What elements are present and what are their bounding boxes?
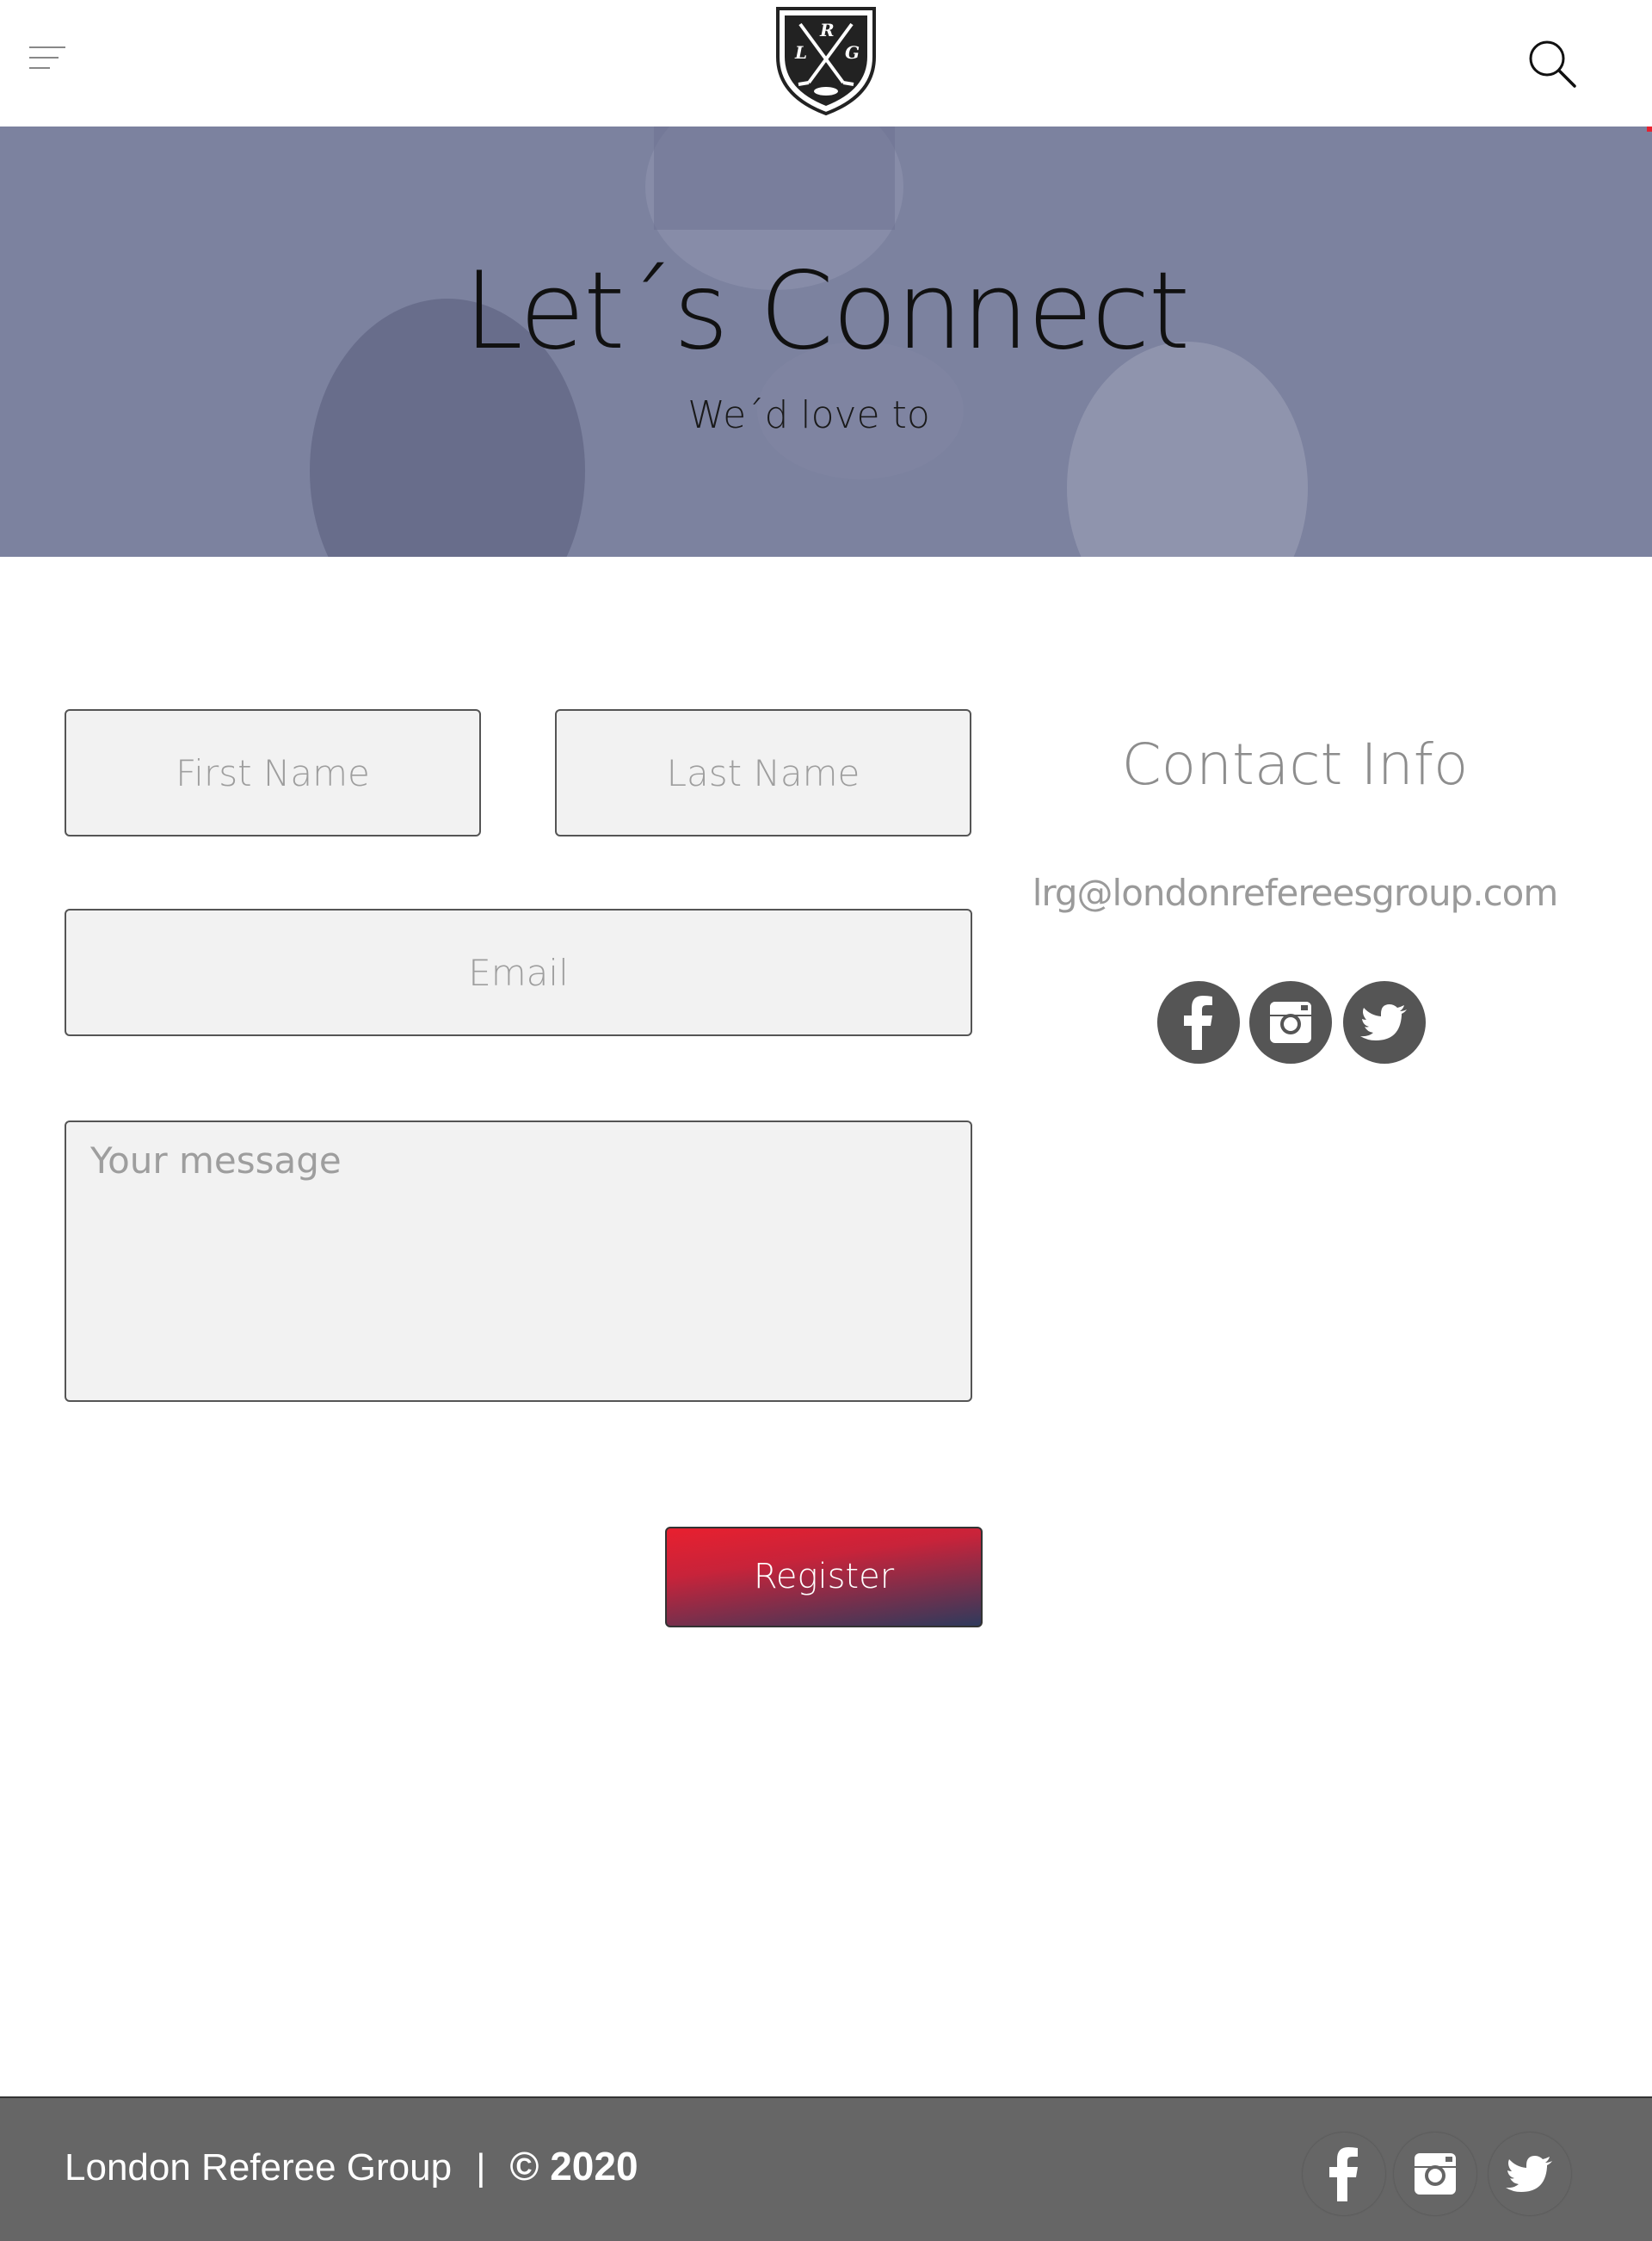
last-name-input[interactable] [557,711,970,835]
footer-facebook-icon[interactable] [1303,2133,1385,2215]
site-header: L R G [0,0,1652,127]
logo-letter-r: R [819,20,835,40]
instagram-icon[interactable] [1249,981,1332,1064]
register-button[interactable]: Register [665,1527,983,1627]
footer-copyright: London Referee Group | © 2020 [65,2143,638,2189]
twitter-icon[interactable] [1343,981,1426,1064]
facebook-icon[interactable] [1157,981,1240,1064]
message-field[interactable] [65,1120,972,1402]
footer-instagram-icon[interactable] [1394,2133,1476,2215]
first-name-field[interactable] [65,709,481,837]
hamburger-menu-icon[interactable] [29,43,67,72]
logo-letter-l: L [794,42,807,63]
footer-org-name: London Referee Group [65,2146,453,2189]
logo-letter-g: G [845,42,860,63]
site-footer: London Referee Group | © 2020 [0,2096,1652,2241]
footer-copyright-year: © 2020 [509,2144,638,2189]
email-input[interactable] [66,911,971,1034]
hero-banner: Let´s Connect We´d love to [0,127,1652,557]
page-title: Let´s Connect [463,250,1190,374]
email-field[interactable] [65,909,972,1036]
contact-info-heading: Contact Info [1121,732,1469,798]
lrg-logo[interactable]: L R G [771,5,881,117]
page-subtitle: We´d love to [687,393,930,437]
footer-twitter-icon[interactable] [1489,2133,1571,2215]
first-name-input[interactable] [66,711,479,835]
message-textarea[interactable] [66,1122,971,1400]
contact-email-link[interactable]: lrg@londonrefereesgroup.com [1015,872,1575,914]
last-name-field[interactable] [555,709,971,837]
search-icon[interactable] [1526,38,1578,90]
footer-separator: | [476,2146,486,2189]
